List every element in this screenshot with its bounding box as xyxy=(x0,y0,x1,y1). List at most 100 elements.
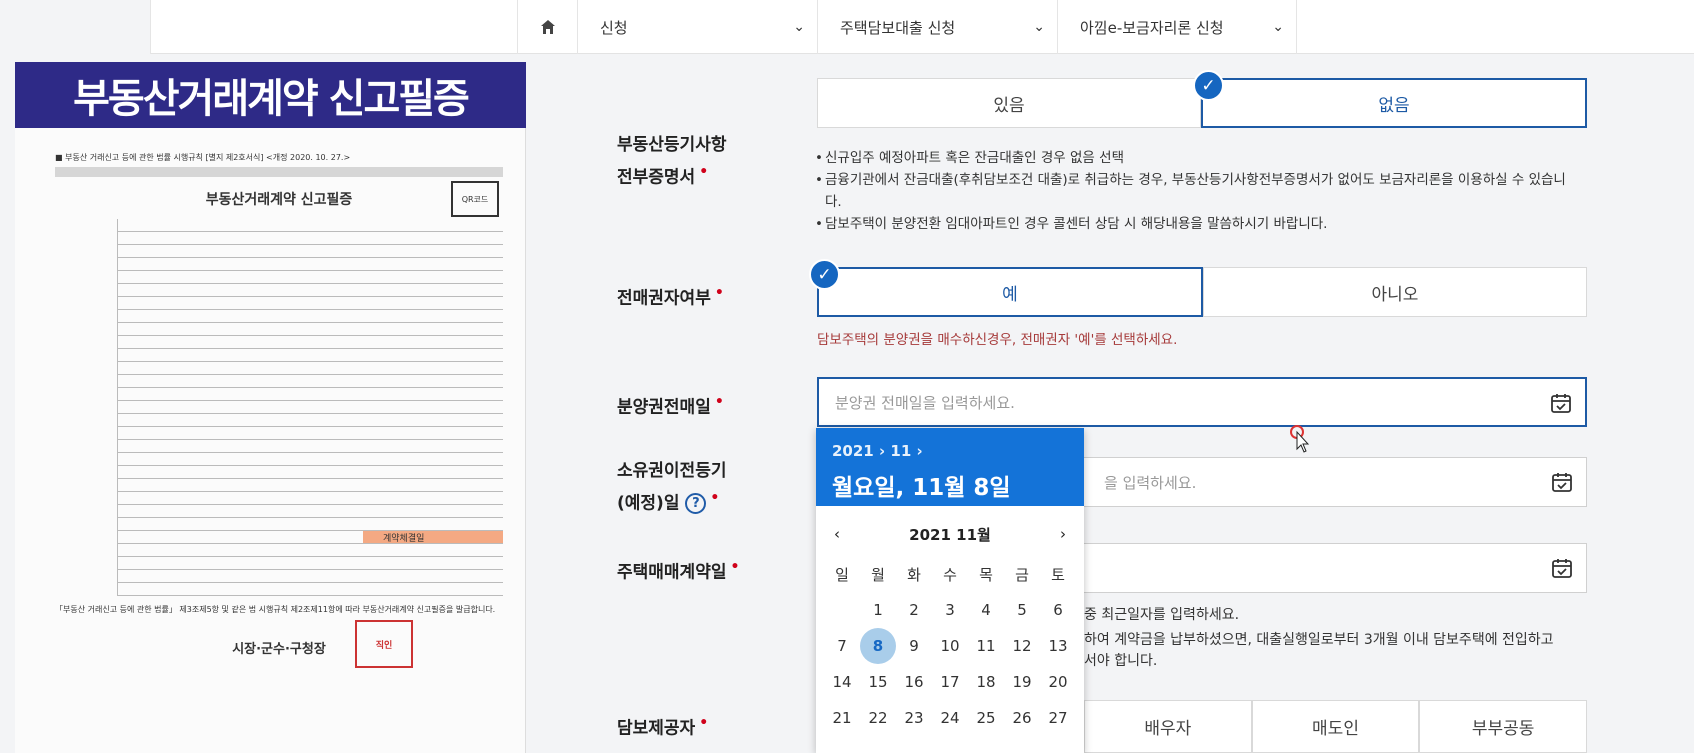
day-cell[interactable]: 24 xyxy=(932,700,968,736)
check-icon: ✓ xyxy=(809,259,840,290)
doc-title-text: 부동산거래계약 신고필증 xyxy=(205,192,353,208)
nav-dropdown-label: 신청 xyxy=(600,18,628,37)
day-cell[interactable]: 9 xyxy=(896,628,932,664)
co-owner-option-seller[interactable]: 매도인 xyxy=(1251,700,1420,753)
chevron-down-icon: ⌄ xyxy=(1272,19,1284,35)
day-cell-empty xyxy=(824,592,860,628)
contract-date-note: 중 최근일자를 입력하세요. xyxy=(1084,607,1240,623)
date-picker-year-month[interactable]: 2021 › 11 › xyxy=(832,442,1068,460)
day-cell[interactable]: 13 xyxy=(1040,628,1076,664)
day-cell[interactable]: 11 xyxy=(968,628,1004,664)
doc-header-bar xyxy=(55,167,503,177)
contract-date-label-text: 주택매매계약일 xyxy=(617,562,727,583)
contract-date-highlight: 계약체결일 xyxy=(363,531,503,544)
weekday-label: 토 xyxy=(1051,565,1065,584)
chevron-left-icon[interactable]: ‹ xyxy=(834,525,840,543)
resale-option-yes-label: 예 xyxy=(1002,284,1018,305)
registry-toggle: 있음 ✓ 없음 xyxy=(817,70,1587,128)
day-cell[interactable]: 18 xyxy=(968,664,1004,700)
day-cell[interactable]: 3 xyxy=(932,592,968,628)
co-owner-option-couple[interactable]: 부부공동 xyxy=(1419,700,1588,753)
registry-notes: 신규입주 예정아파트 혹은 잔금대출인 경우 없음 선택 금융기관에서 잔금대출… xyxy=(815,147,1575,235)
weekday-row: 일월화수목금토 xyxy=(816,556,1084,592)
home-button[interactable] xyxy=(517,0,577,54)
nav-dropdown-mortgage[interactable]: 주택담보대출 신청 ⌄ xyxy=(817,0,1057,54)
day-cell[interactable]: 12 xyxy=(1004,628,1040,664)
day-cell[interactable]: 23 xyxy=(896,700,932,736)
required-mark: • xyxy=(714,285,724,301)
day-cell[interactable]: 22 xyxy=(860,700,896,736)
date-picker-selected-date: 월요일, 11월 8일 xyxy=(832,475,1011,501)
registry-label: 부동산등기사항 전부증명서 • xyxy=(617,132,726,192)
qr-code-box: QR코드 xyxy=(451,181,499,217)
date-picker-header: 2021 › 11 › 월요일, 11월 8일 xyxy=(816,428,1084,506)
nav-dropdown-label: 아낌e-보금자리론 신청 xyxy=(1080,18,1224,37)
date-picker-month: 11 xyxy=(890,442,912,460)
registry-option-no[interactable]: ✓ 없음 xyxy=(1193,70,1587,128)
day-cell[interactable]: 10 xyxy=(932,628,968,664)
weekday-label: 목 xyxy=(979,565,993,584)
home-icon xyxy=(540,20,555,34)
co-owner-option-spouse[interactable]: 배우자 xyxy=(1084,700,1252,753)
seal-stamp: 직인 xyxy=(355,620,413,668)
help-icon[interactable]: ? xyxy=(685,493,707,515)
resale-date-label-text: 분양권전매일 xyxy=(617,397,711,418)
resale-label-text: 전매권자여부 xyxy=(617,288,711,309)
day-cell[interactable]: 20 xyxy=(1040,664,1076,700)
day-cell[interactable]: 6 xyxy=(1040,592,1076,628)
co-owner-label: 담보제공자 • xyxy=(617,710,708,743)
day-cell[interactable]: 7 xyxy=(824,628,860,664)
day-cell[interactable]: 26 xyxy=(1004,700,1040,736)
day-cell[interactable]: 27 xyxy=(1040,700,1076,736)
day-cell[interactable]: 17 xyxy=(932,664,968,700)
chevron-down-icon: ⌄ xyxy=(1033,19,1045,35)
weekday-label: 월 xyxy=(871,565,885,584)
day-cell[interactable]: 2 xyxy=(896,592,932,628)
doc-table: 계약체결일 xyxy=(55,219,503,596)
day-cell[interactable]: 8 xyxy=(860,628,896,664)
day-cell[interactable]: 5 xyxy=(1004,592,1040,628)
doc-agency: 시장·군수·구청장 직인 xyxy=(55,620,503,668)
chevron-down-icon: ⌄ xyxy=(793,19,805,35)
calendar-icon[interactable] xyxy=(1549,391,1573,415)
resale-date-input[interactable]: 분양권 전매일을 입력하세요. xyxy=(817,377,1587,427)
date-picker-year: 2021 xyxy=(832,442,874,460)
overlay-banner: 부동산거래계약 신고필증 xyxy=(15,62,526,128)
contract-date-label: 주택매매계약일 • xyxy=(617,554,739,587)
nav-dropdown-label: 주택담보대출 신청 xyxy=(840,18,956,37)
resale-date-placeholder: 분양권 전매일을 입력하세요. xyxy=(835,393,1015,412)
day-cell[interactable]: 1 xyxy=(860,592,896,628)
calendar-icon[interactable] xyxy=(1550,556,1574,580)
transfer-date-label-line2: (예정)일 xyxy=(617,493,680,514)
chevron-right-icon[interactable]: › xyxy=(1060,525,1066,543)
registry-option-yes[interactable]: 있음 xyxy=(817,78,1201,128)
note-item: 신규입주 예정아파트 혹은 잔금대출인 경우 없음 선택 xyxy=(815,147,1575,169)
doc-notice: 「부동산 거래신고 등에 관한 법률」 제3조제5항 및 같은 법 시행규칙 제… xyxy=(55,605,496,614)
day-cell[interactable]: 19 xyxy=(1004,664,1040,700)
mouse-cursor-icon xyxy=(1290,425,1310,453)
nav-dropdown-apply[interactable]: 신청 ⌄ xyxy=(577,0,817,54)
day-cell[interactable]: 25 xyxy=(968,700,1004,736)
report-certificate-image: ■ 부동산 거래신고 등에 관한 법률 시행규칙 [별지 제2호서식] <개정 … xyxy=(15,128,526,753)
date-picker: 2021 › 11 › 월요일, 11월 8일 ‹ 2021 11월 › 일 월 화… xyxy=(816,428,1084,753)
day-cell[interactable]: 16 xyxy=(896,664,932,700)
contract-date-note: 서야 합니다. xyxy=(1084,653,1158,669)
doc-agency-text: 시장·군수·구청장 xyxy=(232,642,326,657)
required-mark: • xyxy=(710,490,720,506)
resale-option-no[interactable]: 아니오 xyxy=(1203,267,1587,317)
day-cell[interactable]: 14 xyxy=(824,664,860,700)
day-cell[interactable]: 15 xyxy=(860,664,896,700)
day-cell[interactable]: 21 xyxy=(824,700,860,736)
co-owner-toggle: 배우자 매도인 부부공동 xyxy=(1084,700,1588,753)
calendar-icon[interactable] xyxy=(1550,470,1574,494)
day-grid: 1 2 3 4 5 6 7 8 9 10 11 12 13 14 15 16 17 18 19 20 21 22 23 24 2… xyxy=(816,592,1084,736)
day-cell[interactable]: 4 xyxy=(968,592,1004,628)
nav-dropdown-bogeumjari[interactable]: 아낌e-보금자리론 신청 ⌄ xyxy=(1057,0,1297,54)
note-item: 금융기관에서 잔금대출(후취담보조건 대출)로 취급하는 경우, 부동산등기사항… xyxy=(815,169,1575,213)
registry-label-line2: 전부증명서 xyxy=(617,167,696,188)
transfer-date-placeholder: 을 입력하세요. xyxy=(1104,473,1197,492)
registry-label-line1: 부동산등기사항 xyxy=(617,135,727,155)
resale-option-yes[interactable]: ✓ 예 xyxy=(809,259,1203,317)
date-picker-month-title: 2021 11월 xyxy=(909,525,991,544)
doc-reference: ■ 부동산 거래신고 등에 관한 법률 시행규칙 [별지 제2호서식] <개정 … xyxy=(55,153,351,162)
